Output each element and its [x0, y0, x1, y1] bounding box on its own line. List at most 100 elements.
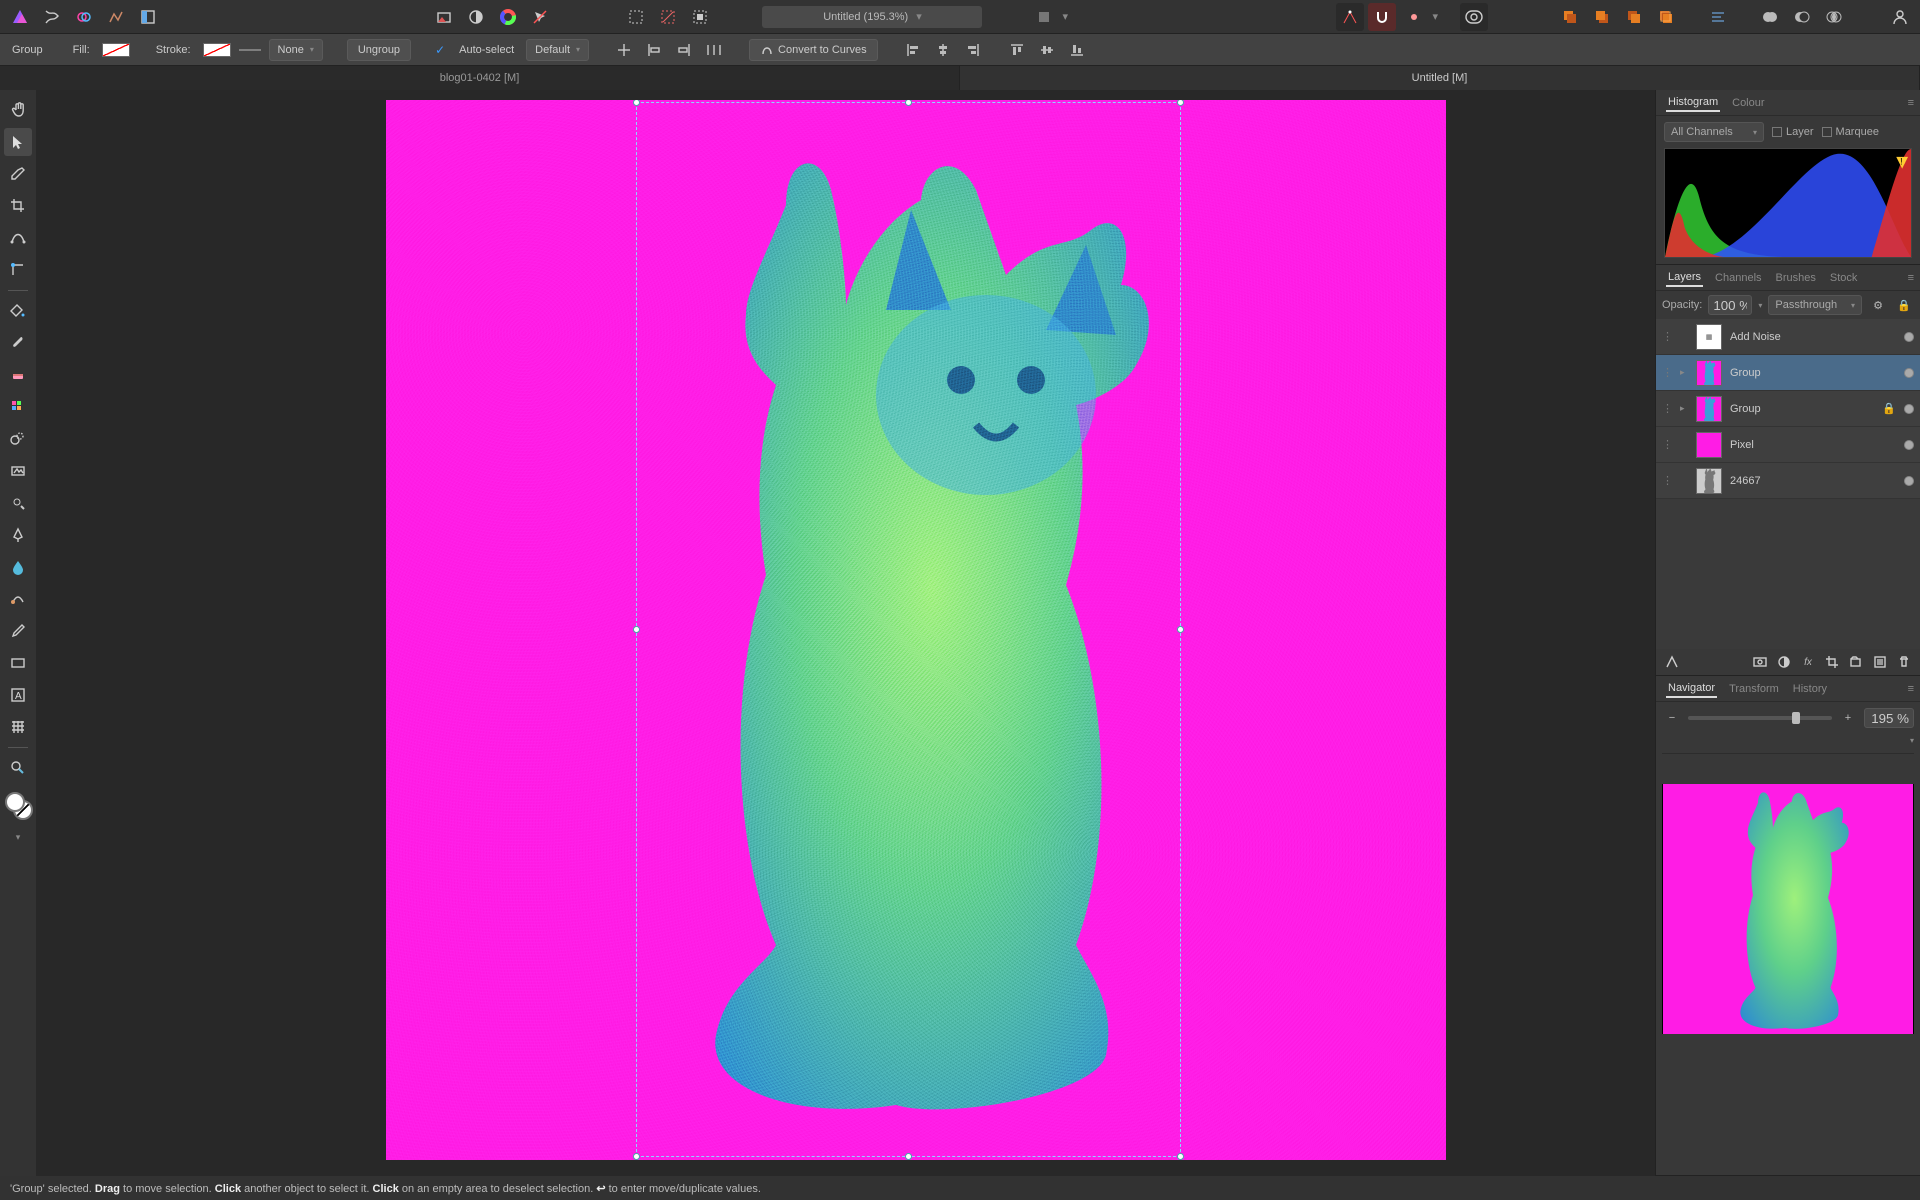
zoom-in-icon[interactable]: +: [1838, 708, 1858, 728]
blur-tool[interactable]: [4, 553, 32, 581]
marquee-filter-checkbox[interactable]: Marquee: [1822, 126, 1879, 138]
valign-top-icon[interactable]: [1006, 39, 1028, 61]
paintbrush-tool[interactable]: [4, 329, 32, 357]
gear-icon[interactable]: ⚙: [1868, 295, 1888, 315]
crop-tool[interactable]: [4, 192, 32, 220]
node-secondary-tool[interactable]: [4, 224, 32, 252]
panel-tab-history[interactable]: History: [1791, 681, 1829, 697]
mask-layer-icon[interactable]: [1750, 652, 1770, 672]
panel-menu-icon[interactable]: ≡: [1908, 683, 1914, 695]
drag-handle-icon[interactable]: ⋮: [1662, 402, 1672, 415]
valign-middle-icon[interactable]: [1036, 39, 1058, 61]
align-left-edge-icon[interactable]: [643, 39, 665, 61]
snap-magnet-icon[interactable]: [1368, 3, 1396, 31]
account-icon[interactable]: [1886, 3, 1914, 31]
arrange-back-icon[interactable]: [1556, 3, 1584, 31]
pixel-tool[interactable]: [4, 393, 32, 421]
panel-tab-stock[interactable]: Stock: [1828, 270, 1860, 286]
marquee-remove-icon[interactable]: [654, 3, 682, 31]
layer-row[interactable]: ⋮24667: [1656, 463, 1920, 499]
arrange-backward-icon[interactable]: [1588, 3, 1616, 31]
arrange-front-icon[interactable]: [1652, 3, 1680, 31]
opacity-input[interactable]: [1708, 295, 1752, 315]
persona-liquify-icon[interactable]: [38, 3, 66, 31]
boolean-add-icon[interactable]: [1756, 3, 1784, 31]
panel-tab-transform[interactable]: Transform: [1727, 681, 1781, 697]
resize-handle-n[interactable]: [905, 100, 912, 106]
smudge-tool[interactable]: [4, 585, 32, 613]
foreground-color-swatch[interactable]: [5, 792, 25, 812]
panel-tab-colour[interactable]: Colour: [1730, 95, 1766, 111]
fx-layer-icon[interactable]: fx: [1798, 652, 1818, 672]
flood-fill-tool[interactable]: [4, 297, 32, 325]
align-distrib-icon[interactable]: [703, 39, 725, 61]
persona-export-icon[interactable]: [134, 3, 162, 31]
layer-row[interactable]: ⋮▸Group: [1656, 355, 1920, 391]
alignment-icon[interactable]: [1704, 3, 1732, 31]
zoom-value-input[interactable]: [1864, 708, 1914, 728]
panel-tab-channels[interactable]: Channels: [1713, 270, 1763, 286]
force-pixel-icon[interactable]: [1400, 3, 1428, 31]
auto-select-off-icon[interactable]: [526, 3, 554, 31]
panel-menu-icon[interactable]: ≡: [1908, 272, 1914, 284]
rectangle-tool[interactable]: [4, 649, 32, 677]
retouch-tool[interactable]: [4, 617, 32, 645]
visibility-toggle[interactable]: [1904, 368, 1914, 378]
inpainting-tool[interactable]: [4, 457, 32, 485]
layer-filter-checkbox[interactable]: Layer: [1772, 126, 1814, 138]
drag-handle-icon[interactable]: ⋮: [1662, 366, 1672, 379]
corner-tool[interactable]: [4, 256, 32, 284]
document-tab-1[interactable]: Untitled [M]: [960, 66, 1920, 90]
erase-tool[interactable]: [4, 361, 32, 389]
zoom-slider[interactable]: [1688, 716, 1832, 720]
autoselect-label[interactable]: Auto-select: [455, 44, 518, 56]
drag-handle-icon[interactable]: ⋮: [1662, 438, 1672, 451]
selection-bounds[interactable]: [636, 102, 1181, 1157]
fill-swatch[interactable]: [102, 43, 130, 57]
quick-mask-icon[interactable]: [1460, 3, 1488, 31]
layer-row[interactable]: ⋮▸Group🔒: [1656, 391, 1920, 427]
resize-handle-w[interactable]: [633, 626, 640, 633]
clone-tool[interactable]: [4, 425, 32, 453]
boolean-intersect-icon[interactable]: [1820, 3, 1848, 31]
resize-handle-sw[interactable]: [633, 1153, 640, 1160]
move-tool[interactable]: [4, 128, 32, 156]
document-title-pill[interactable]: Untitled (195.3%) ▾: [762, 6, 982, 28]
halftone-icon[interactable]: [462, 3, 490, 31]
persona-tone-icon[interactable]: [102, 3, 130, 31]
align-right-edge-icon[interactable]: [673, 39, 695, 61]
pen-tool[interactable]: [4, 521, 32, 549]
hand-tool[interactable]: [4, 96, 32, 124]
layer-row[interactable]: ⋮Pixel: [1656, 427, 1920, 463]
check-icon[interactable]: ✓: [435, 43, 445, 57]
drag-handle-icon[interactable]: ⋮: [1662, 330, 1672, 343]
delete-layer-icon[interactable]: [1894, 652, 1914, 672]
panel-tab-layers[interactable]: Layers: [1666, 269, 1703, 287]
mesh-tool[interactable]: [4, 713, 32, 741]
align-center-icon[interactable]: [613, 39, 635, 61]
persona-develop-icon[interactable]: [70, 3, 98, 31]
color-wheel-icon[interactable]: [494, 3, 522, 31]
panel-tab-brushes[interactable]: Brushes: [1774, 270, 1818, 286]
layer-row[interactable]: ⋮▦Add Noise: [1656, 319, 1920, 355]
halign-center-icon[interactable]: [932, 39, 954, 61]
expand-arrow-icon[interactable]: ▸: [1680, 367, 1688, 378]
lock-icon[interactable]: 🔒: [1882, 402, 1896, 415]
app-logo-icon[interactable]: [6, 3, 34, 31]
visibility-toggle[interactable]: [1904, 404, 1914, 414]
crop-layer-icon[interactable]: [1822, 652, 1842, 672]
resize-handle-e[interactable]: [1177, 626, 1184, 633]
canvas-viewport[interactable]: [36, 90, 1655, 1176]
panel-tab-navigator[interactable]: Navigator: [1666, 680, 1717, 698]
channel-select[interactable]: All Channels ▾: [1664, 122, 1764, 142]
zoom-slider-knob[interactable]: [1792, 712, 1800, 724]
stroke-style-icon[interactable]: [239, 39, 261, 61]
zoom-out-icon[interactable]: −: [1662, 708, 1682, 728]
doc-setup-icon[interactable]: [430, 3, 458, 31]
color-picker-tool[interactable]: [4, 160, 32, 188]
lock-icon[interactable]: 🔒: [1894, 295, 1914, 315]
chevron-down-icon[interactable]: ▾: [1758, 301, 1762, 310]
convert-curves-button[interactable]: Convert to Curves: [749, 39, 878, 61]
blend-mode-select[interactable]: Passthrough▾: [1768, 295, 1862, 315]
autoselect-policy-select[interactable]: Default▾: [526, 39, 589, 61]
